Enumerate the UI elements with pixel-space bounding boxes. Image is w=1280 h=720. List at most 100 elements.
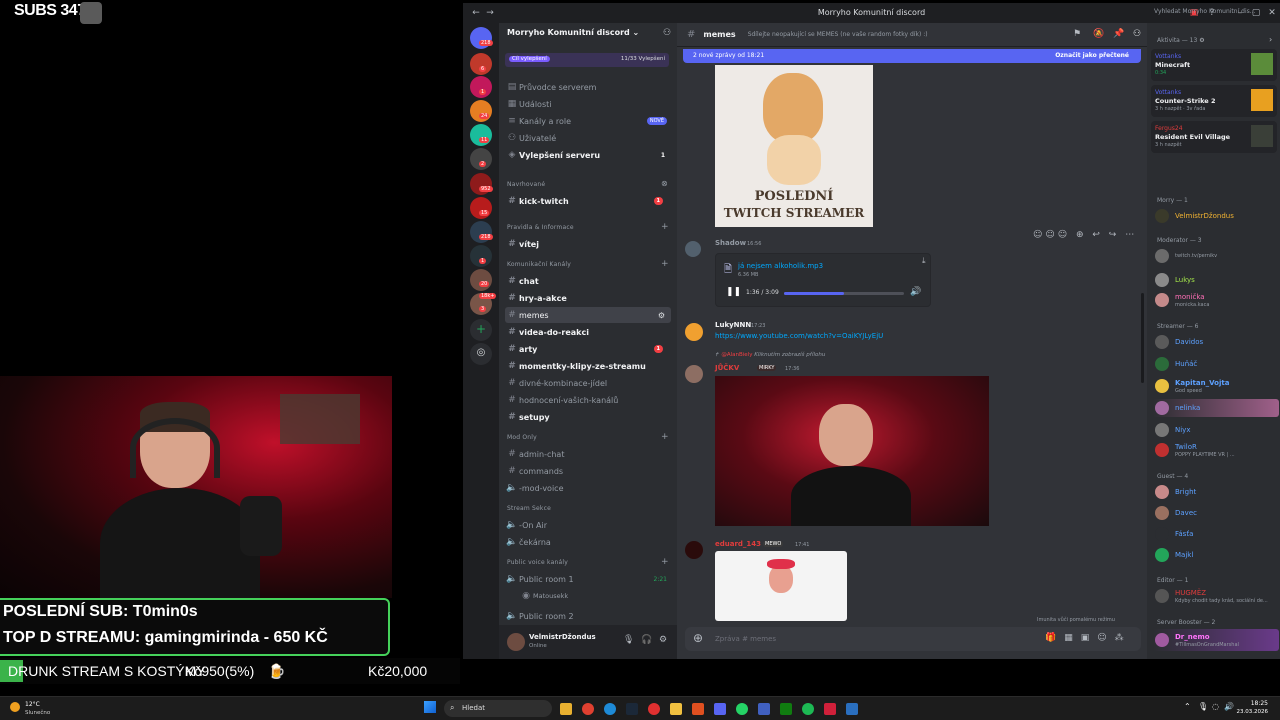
channel-cekarna[interactable]: 🔈 čekárna: [505, 534, 671, 550]
search-input[interactable]: Vyhledat Morryho Komunitní dis...: [1151, 5, 1280, 19]
playback-track[interactable]: [784, 292, 904, 295]
avatar[interactable]: [685, 323, 703, 341]
discover-icon[interactable]: ◎: [470, 343, 492, 365]
member[interactable]: Huňáč: [1155, 355, 1279, 373]
pin-icon[interactable]: 📌: [1113, 29, 1124, 39]
channel-vitej[interactable]: # vítej: [505, 236, 671, 252]
channel-momentky[interactable]: # momentky-klipy-ze-streamu: [505, 358, 671, 374]
spotify-icon[interactable]: [802, 703, 814, 715]
add-attachment-icon[interactable]: ⊕: [693, 631, 703, 645]
channel-topic[interactable]: Sdílejte neopakující se MEMES (ne vaše r…: [748, 31, 928, 38]
category-rules[interactable]: Pravidla & Informace: [507, 224, 574, 231]
channel-hodnoceni[interactable]: # hodnocení-vašich-kanálů: [505, 392, 671, 408]
voice-public-room-1[interactable]: 🔈 Public room 1 2:21: [505, 571, 671, 587]
threads-icon[interactable]: ⚑: [1073, 29, 1081, 39]
volume-icon[interactable]: 🔊: [910, 287, 921, 297]
image-attachment[interactable]: [715, 551, 847, 621]
activity-header[interactable]: Aktivita — 13 ⚙: [1157, 37, 1205, 44]
search-input[interactable]: ⌕ Hledat: [444, 700, 552, 717]
network-icon[interactable]: ◌: [1212, 702, 1219, 711]
member[interactable]: monička monicka.kaca: [1155, 291, 1279, 309]
boost-goal-bar[interactable]: Cíl vylepšení 11/33 Vylepšení: [505, 53, 669, 67]
member[interactable]: VelmistrDžondus: [1155, 207, 1279, 225]
members-icon[interactable]: ⚇: [1133, 29, 1141, 39]
message-author[interactable]: eduard_143: [715, 540, 761, 548]
add-channel-icon[interactable]: +: [661, 259, 669, 269]
member[interactable]: Lukys: [1155, 271, 1279, 289]
meme-image[interactable]: POSLEDNÍ TWITCH STREAMER: [715, 65, 873, 227]
channel-chat[interactable]: # chat: [505, 273, 671, 289]
settings-icon[interactable]: ⚙: [658, 311, 665, 320]
channel-commands[interactable]: # commands: [505, 463, 671, 479]
file-link[interactable]: já nejsem alkoholik.mp3: [738, 262, 823, 270]
add-channel-icon[interactable]: +: [661, 557, 669, 567]
composer-actions[interactable]: 🎁▦▣☺⁂: [1045, 633, 1132, 643]
start-icon[interactable]: [424, 701, 436, 713]
headphones-icon[interactable]: 🎧: [641, 635, 652, 645]
youtube-link[interactable]: https://www.youtube.com/watch?v=OaiKYJLy…: [715, 332, 883, 340]
avatar[interactable]: [685, 241, 701, 257]
image-attachment[interactable]: [715, 376, 989, 526]
explorer-icon[interactable]: [560, 703, 572, 715]
channel-mod-voice[interactable]: 🔈 -mod-voice: [505, 480, 671, 496]
category-suggested[interactable]: Navrhované: [507, 181, 545, 188]
app-icon[interactable]: [648, 703, 660, 715]
member[interactable]: TwiloR POPPY PLAYTIME VR | ...: [1155, 441, 1279, 459]
activity-card[interactable]: Fergus24 Resident Evil Village 3 h nazpě…: [1151, 121, 1277, 153]
message-actions[interactable]: ☺☺☺ ⊕ ↩ ↪ ⋯: [1033, 230, 1137, 240]
app-icon[interactable]: [846, 703, 858, 715]
member[interactable]: twitch.tv/pernikv: [1155, 247, 1279, 265]
add-channel-icon[interactable]: +: [661, 432, 669, 442]
channel-arty[interactable]: # arty 1: [505, 341, 671, 357]
app-icon[interactable]: [758, 703, 770, 715]
reply-preview[interactable]: ↱ @AlanBiely Kliknutím zobrazíš přílohu: [715, 352, 825, 358]
mark-read-button[interactable]: Označit jako přečtené: [1055, 52, 1129, 59]
whatsapp-icon[interactable]: [736, 703, 748, 715]
channel-memes[interactable]: # memes ⚙: [505, 307, 671, 323]
nav-events[interactable]: ▦ Události: [505, 96, 671, 112]
category-mod-only[interactable]: Mod Only: [507, 434, 537, 441]
weather-temp[interactable]: 12°C: [25, 701, 40, 708]
username[interactable]: VelmistrDžondus: [529, 633, 596, 641]
nav-server-guide[interactable]: ▤ Průvodce serverem: [505, 79, 671, 95]
channel-kick-twitch[interactable]: # kick-twitch 1: [505, 193, 671, 209]
clock-date[interactable]: 23.03.2026: [1228, 709, 1269, 715]
nav-server-boost[interactable]: ◈ Vylepšení serveru 1: [505, 147, 671, 163]
member[interactable]: Bright: [1155, 483, 1279, 501]
message-input[interactable]: Zpráva # memes: [715, 635, 776, 643]
avatar[interactable]: [685, 365, 703, 383]
app-icon[interactable]: [692, 703, 704, 715]
scrollbar[interactable]: [1141, 293, 1144, 383]
xbox-icon[interactable]: [780, 703, 792, 715]
settings-icon[interactable]: ⚙: [659, 635, 667, 645]
discord-icon[interactable]: [714, 703, 726, 715]
message-author[interactable]: JŮČKV: [715, 364, 739, 372]
edge-icon[interactable]: [604, 703, 616, 715]
channel-videa-do-reakci[interactable]: # videa-do-reakci: [505, 324, 671, 340]
category-public-voice[interactable]: Public voice kanály: [507, 559, 568, 566]
member[interactable]: Majkl: [1155, 546, 1279, 564]
nav-members[interactable]: ⚇ Uživatelé: [505, 130, 671, 146]
member[interactable]: Davidos: [1155, 333, 1279, 351]
app-icon[interactable]: [824, 703, 836, 715]
add-channel-icon[interactable]: +: [661, 222, 669, 232]
invite-icon[interactable]: ⚇: [663, 28, 671, 38]
member[interactable]: Kapitan_Vojta God speed: [1155, 377, 1279, 395]
voice-public-room-2[interactable]: 🔈 Public room 2: [505, 608, 671, 624]
member[interactable]: nelinka: [1155, 399, 1279, 417]
member[interactable]: Niyx: [1155, 421, 1279, 439]
channel-admin-chat[interactable]: # admin-chat: [505, 446, 671, 462]
download-icon[interactable]: ⤓: [922, 256, 926, 266]
activity-card[interactable]: Vottanks Minecraft 0:34: [1151, 49, 1277, 81]
chrome-icon[interactable]: [582, 703, 594, 715]
message-author[interactable]: Shadow: [715, 239, 746, 247]
member[interactable]: Dr_nemo #TillmasOnGrandMarshal: [1155, 631, 1279, 649]
avatar[interactable]: [685, 541, 703, 559]
add-server-icon[interactable]: +: [470, 319, 492, 341]
activity-card[interactable]: Vottanks Counter-Strike 2 3 h nazpět · 3…: [1151, 85, 1277, 117]
mute-icon[interactable]: 🔕: [1093, 29, 1104, 39]
microphone-icon[interactable]: 🎙: [1198, 702, 1208, 711]
pause-icon[interactable]: ❚❚: [726, 287, 741, 297]
category-communication[interactable]: Komunikační Kanály: [507, 261, 571, 268]
clock-time[interactable]: 18:25: [1228, 700, 1268, 707]
